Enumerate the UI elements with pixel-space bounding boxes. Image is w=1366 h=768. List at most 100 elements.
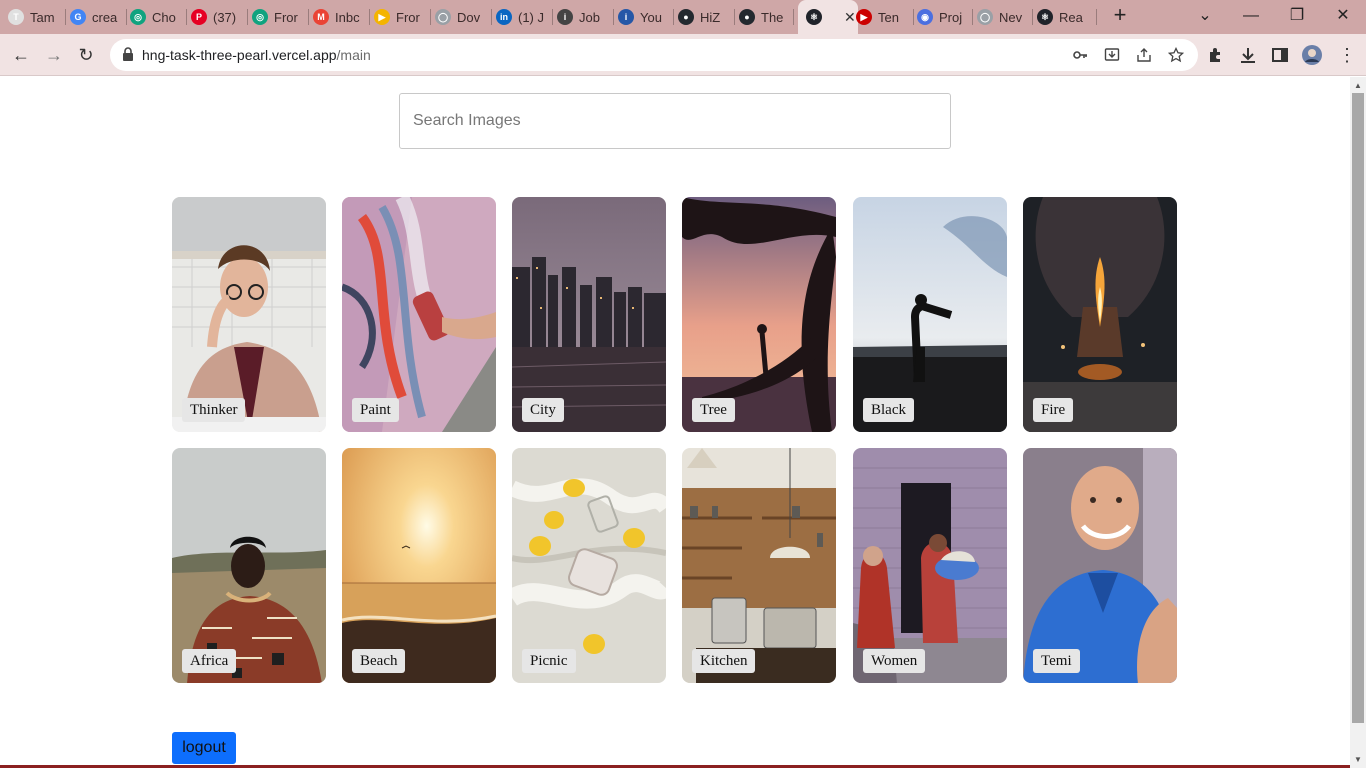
- close-window-icon[interactable]: ✕: [1331, 4, 1355, 28]
- new-tab-button[interactable]: +: [1108, 4, 1132, 28]
- share-icon[interactable]: [1136, 47, 1152, 63]
- side-panel-icon[interactable]: [1270, 45, 1290, 65]
- tab-strip: T Tam Gcrea ◎ Cho P (37) ◎ Fror M Inbc ▶ Fror ◯ Dov in(…: [0, 0, 1366, 34]
- browser-tab[interactable]: ◯ Dov: [435, 5, 492, 29]
- image-card-kitchen[interactable]: Kitchen: [682, 448, 836, 683]
- tab-title: (37): [213, 9, 237, 25]
- forward-icon[interactable]: →: [42, 43, 66, 67]
- image-card-thinker[interactable]: Thinker: [172, 197, 326, 432]
- key-icon[interactable]: [1072, 47, 1088, 63]
- browser-tab[interactable]: in (1) J: [496, 5, 553, 29]
- tab-separator: [369, 9, 370, 25]
- browser-tab[interactable]: ▶ Ten: [856, 5, 914, 29]
- image-card-paint[interactable]: Paint: [342, 197, 496, 432]
- tab-separator: [913, 9, 914, 25]
- browser-tab[interactable]: ⚛ ✕: [798, 0, 858, 34]
- image-card-city[interactable]: City: [512, 197, 666, 432]
- tab-title: Ten: [878, 9, 899, 25]
- browser-tab[interactable]: M Inbc: [313, 5, 370, 29]
- tab-separator: [734, 9, 735, 25]
- tab-separator: [673, 9, 674, 25]
- restore-icon[interactable]: ❐: [1285, 4, 1309, 28]
- tab-separator: [1032, 9, 1033, 25]
- avatar[interactable]: [1302, 45, 1322, 65]
- scroll-up-icon[interactable]: ▲: [1354, 81, 1362, 90]
- search-input[interactable]: [399, 93, 951, 149]
- card-label: Kitchen: [692, 649, 756, 673]
- minimize-icon[interactable]: —: [1239, 4, 1263, 28]
- browser-tab[interactable]: ● HiZ: [678, 5, 735, 29]
- card-label: Tree: [692, 398, 735, 422]
- tab-title: Fror: [274, 9, 298, 25]
- tab-title: Rea: [1059, 9, 1083, 25]
- image-card-black[interactable]: Black: [853, 197, 1007, 432]
- react-icon: ⚛: [806, 9, 822, 25]
- browser-tab[interactable]: ◉ Proj: [917, 5, 973, 29]
- africa-image: [172, 448, 326, 683]
- pinterest-icon: P: [191, 9, 207, 25]
- image-card-africa[interactable]: Africa: [172, 448, 326, 683]
- card-label: City: [522, 398, 564, 422]
- tab-separator: [186, 9, 187, 25]
- tab-separator: [126, 9, 127, 25]
- browser-tab[interactable]: P (37): [191, 5, 248, 29]
- browser-tab[interactable]: ◎ Cho: [130, 5, 187, 29]
- browser-tab[interactable]: ◎ Fror: [252, 5, 309, 29]
- browser-tab[interactable]: ◯ Nev: [977, 5, 1033, 29]
- browser-tab[interactable]: i Job: [557, 5, 614, 29]
- tab-separator: [1096, 9, 1097, 25]
- page-content: Thinker Paint City: [0, 77, 1350, 768]
- beach-image: [342, 448, 496, 683]
- tab-title: crea: [92, 9, 118, 25]
- browser-tab[interactable]: i You: [618, 5, 674, 29]
- browser-tab[interactable]: Gcrea: [70, 5, 127, 29]
- scrollbar-thumb[interactable]: [1352, 93, 1364, 723]
- close-tab-icon[interactable]: ✕: [844, 9, 856, 26]
- women-image: [853, 448, 1007, 683]
- tab-title: You: [640, 9, 662, 25]
- page-scrollbar[interactable]: ▲ ▼: [1350, 77, 1366, 768]
- google-icon: G: [70, 9, 86, 25]
- browser-tab[interactable]: ● The: [739, 5, 794, 29]
- card-label: Black: [863, 398, 914, 422]
- tab-search-icon[interactable]: ⌄: [1193, 4, 1217, 28]
- image-card-women[interactable]: Women: [853, 448, 1007, 683]
- card-label: Beach: [352, 649, 406, 673]
- tab-separator: [65, 9, 66, 25]
- tab-separator: [430, 9, 431, 25]
- card-label: Africa: [182, 649, 237, 673]
- paint-image: [342, 197, 496, 432]
- browser-tab[interactable]: ⚛ Rea: [1037, 5, 1097, 29]
- card-label: Picnic: [522, 649, 576, 673]
- bookmark-star-icon[interactable]: [1168, 47, 1184, 63]
- reload-icon[interactable]: ↻: [74, 43, 98, 67]
- city-image: [512, 197, 666, 432]
- back-icon[interactable]: ←: [9, 43, 33, 67]
- image-card-picnic[interactable]: Picnic: [512, 448, 666, 683]
- chatgpt-icon: ◎: [252, 9, 268, 25]
- tab-separator: [552, 9, 553, 25]
- extensions-icon[interactable]: [1206, 45, 1226, 65]
- tab-separator: [491, 9, 492, 25]
- address-bar[interactable]: hng-task-three-pearl.vercel.app/main: [110, 39, 1198, 71]
- browser-toolbar: ← → ↻ hng-task-three-pearl.vercel.app/ma…: [0, 34, 1366, 76]
- download-icon[interactable]: [1238, 45, 1258, 65]
- info-icon: i: [557, 9, 573, 25]
- browser-tab[interactable]: ▶ Fror: [374, 5, 431, 29]
- scroll-down-icon[interactable]: ▼: [1354, 755, 1362, 764]
- youtube-icon: ▶: [856, 9, 872, 25]
- menu-icon[interactable]: ⋮: [1335, 43, 1359, 67]
- logout-button[interactable]: logout: [172, 732, 236, 764]
- image-card-beach[interactable]: Beach: [342, 448, 496, 683]
- gmail-icon: M: [313, 9, 329, 25]
- card-label: Paint: [352, 398, 399, 422]
- globe-icon: ◯: [435, 9, 451, 25]
- image-card-tree[interactable]: Tree: [682, 197, 836, 432]
- image-card-fire[interactable]: Fire: [1023, 197, 1177, 432]
- url-text: hng-task-three-pearl.vercel.app/main: [142, 47, 371, 63]
- tab-separator: [613, 9, 614, 25]
- browser-tab[interactable]: T Tam: [8, 5, 66, 29]
- image-card-temi[interactable]: Temi: [1023, 448, 1177, 683]
- black-image: [853, 197, 1007, 432]
- install-app-icon[interactable]: [1104, 47, 1120, 63]
